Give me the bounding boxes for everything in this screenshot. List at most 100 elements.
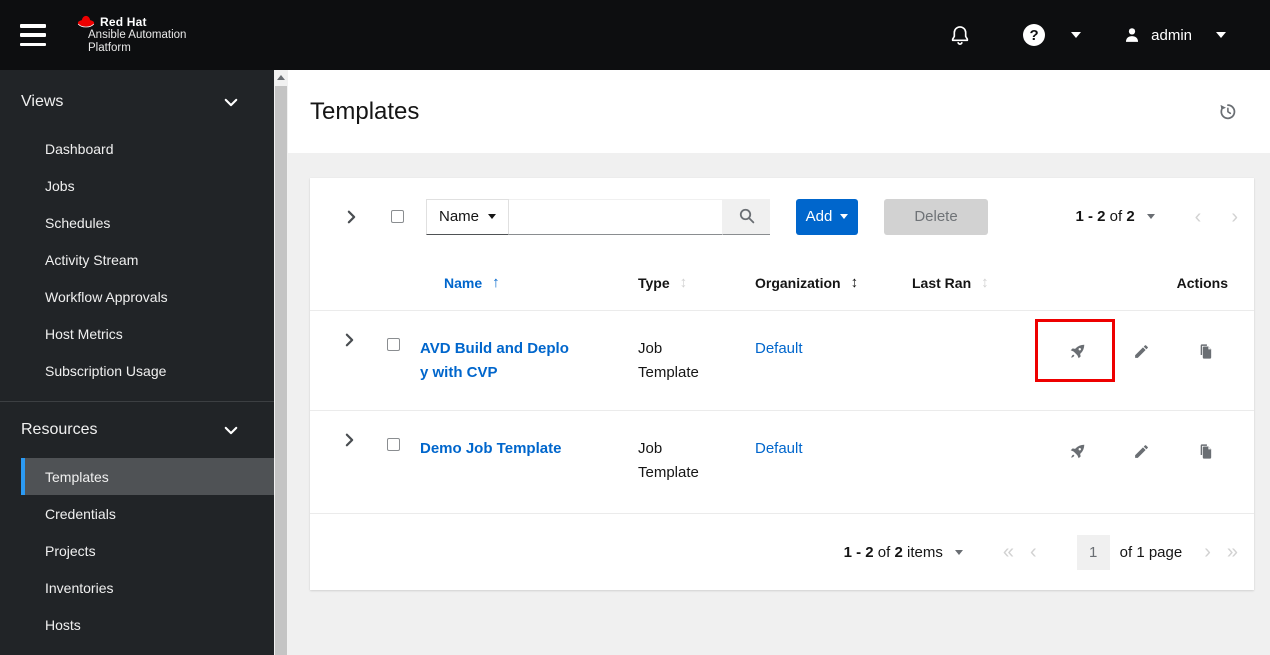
template-name-link[interactable]: AVD Build and Deploy with CVP (420, 337, 572, 385)
pencil-icon (1134, 344, 1148, 358)
chevron-down-icon (224, 426, 238, 434)
column-header-type[interactable]: Type ↕ (614, 274, 731, 291)
current-page-input[interactable] (1076, 534, 1110, 570)
actions-cell (1035, 311, 1238, 382)
pagination-of: of (1109, 208, 1123, 225)
launch-template-button[interactable] (1054, 434, 1100, 468)
column-header-name[interactable]: Name ↑ (420, 274, 614, 291)
table-row: AVD Build and Deploy with CVP Job Templa… (310, 310, 1254, 410)
user-menu[interactable]: admin (1123, 26, 1226, 44)
first-page-button[interactable]: « (1003, 542, 1014, 562)
scrollbar-thumb[interactable] (275, 86, 287, 655)
history-button[interactable] (1218, 102, 1237, 121)
add-button[interactable]: Add (796, 198, 858, 235)
row-checkbox[interactable] (387, 338, 400, 351)
column-header-organization[interactable]: Organization ↕ (731, 274, 888, 291)
bottom-pagination: 1 - 2 of 2 items « ‹ of 1 page › » (310, 513, 1254, 590)
copy-icon (1200, 343, 1211, 359)
delete-button[interactable]: Delete (884, 198, 988, 235)
question-circle-icon: ? (1023, 24, 1046, 46)
sort-icon[interactable]: ↕ (680, 274, 688, 291)
copy-template-button[interactable] (1182, 334, 1228, 368)
brand-line-1: Red Hat (100, 15, 147, 29)
rocket-icon (1070, 444, 1084, 458)
last-ran-cell (888, 311, 1038, 337)
copy-icon (1200, 443, 1211, 459)
sidebar-item-host-metrics[interactable]: Host Metrics (21, 315, 274, 352)
sidebar-scrollbar[interactable] (274, 70, 288, 655)
page-count-label: of 1 page (1119, 543, 1183, 561)
column-header-last-ran-label: Last Ran (912, 274, 972, 291)
prev-page-button[interactable]: ‹ (1195, 207, 1202, 227)
nav-toggle-hamburger-icon[interactable] (20, 24, 46, 46)
next-page-button[interactable]: › (1204, 542, 1211, 562)
chevron-right-icon (347, 210, 355, 223)
nav-group-views-toggle[interactable]: Views (21, 86, 274, 118)
sidebar-item-templates[interactable]: Templates (21, 458, 274, 495)
sidebar-item-inventories[interactable]: Inventories (21, 569, 274, 606)
edit-template-button[interactable] (1118, 334, 1164, 368)
chevron-right-icon (345, 433, 353, 447)
items-range: 1 - 2 (843, 543, 874, 561)
type-cell: Job Template (614, 311, 714, 385)
organization-link[interactable]: Default (755, 340, 803, 357)
pagination-options-caret-icon[interactable] (1146, 214, 1155, 219)
column-header-actions-label: Actions (1176, 274, 1228, 291)
help-menu[interactable]: ? (1023, 24, 1082, 46)
bell-icon (951, 26, 969, 45)
filter-type-select[interactable]: Name (426, 198, 509, 235)
row-checkbox[interactable] (387, 438, 400, 451)
items-range-text: 1 - 2 of 2 items (844, 544, 943, 561)
organization-link[interactable]: Default (755, 440, 803, 457)
filter-type-selected-label: Name (439, 208, 480, 225)
search-button[interactable] (723, 198, 770, 235)
scrollbar-up-arrow-icon[interactable] (277, 75, 285, 80)
expand-all-toggle[interactable] (326, 210, 376, 224)
pagination-range: 1 - 2 (1075, 208, 1106, 225)
nav-section-resources: Resources Templates Credentials Projects… (0, 401, 274, 643)
page-header: Templates (288, 70, 1270, 153)
prev-page-button[interactable]: ‹ (1030, 542, 1037, 562)
sidebar-item-credentials[interactable]: Credentials (21, 495, 274, 532)
masthead: Red Hat Ansible Automation Platform ? ad… (0, 0, 1270, 70)
select-all-checkbox[interactable] (391, 210, 404, 223)
copy-template-button[interactable] (1182, 434, 1228, 468)
last-page-button[interactable]: » (1227, 542, 1238, 562)
add-button-label: Add (805, 208, 833, 225)
user-icon (1126, 28, 1139, 42)
column-header-last-ran[interactable]: Last Ran ↕ (888, 274, 1038, 291)
help-caret-icon (1071, 32, 1082, 38)
sort-icon[interactable]: ↕ (851, 274, 859, 291)
pencil-icon (1134, 444, 1148, 458)
column-header-organization-label: Organization (755, 274, 841, 291)
search-input[interactable] (509, 198, 723, 235)
sidebar-item-dashboard[interactable]: Dashboard (21, 130, 274, 167)
sort-icon[interactable]: ↕ (981, 274, 989, 291)
column-header-type-label: Type (638, 274, 670, 291)
sidebar-item-schedules[interactable]: Schedules (21, 204, 274, 241)
next-page-button[interactable]: › (1231, 207, 1238, 227)
table-header-row: Name ↑ Type ↕ Organization ↕ Last Ran ↕ … (310, 255, 1254, 310)
search-icon (739, 208, 754, 224)
notifications-button[interactable] (949, 23, 971, 47)
sidebar-item-hosts[interactable]: Hosts (21, 606, 274, 643)
top-pagination: 1 - 2 of 2 ‹ › (1075, 207, 1238, 227)
sort-ascending-icon[interactable]: ↑ (492, 274, 500, 291)
sidebar-item-workflow-approvals[interactable]: Workflow Approvals (21, 278, 274, 315)
type-value: Job Template (638, 340, 699, 381)
row-expand-button[interactable] (345, 333, 354, 347)
sidebar-item-activity-stream[interactable]: Activity Stream (21, 241, 274, 278)
brand-logo: Red Hat Ansible Automation Platform (76, 13, 226, 57)
sidebar-item-subscription-usage[interactable]: Subscription Usage (21, 352, 274, 389)
launch-template-button[interactable] (1054, 334, 1100, 368)
row-expand-button[interactable] (345, 433, 354, 447)
edit-template-button[interactable] (1118, 434, 1164, 468)
pagination-total: 2 (1126, 208, 1135, 225)
nav-group-resources-label: Resources (21, 421, 98, 438)
sidebar-item-projects[interactable]: Projects (21, 532, 274, 569)
per-page-caret-icon[interactable] (954, 549, 963, 555)
sidebar-item-jobs[interactable]: Jobs (21, 167, 274, 204)
template-name-link[interactable]: Demo Job Template (420, 437, 561, 461)
type-value: Job Template (638, 440, 699, 481)
nav-group-resources-toggle[interactable]: Resources (21, 414, 274, 446)
